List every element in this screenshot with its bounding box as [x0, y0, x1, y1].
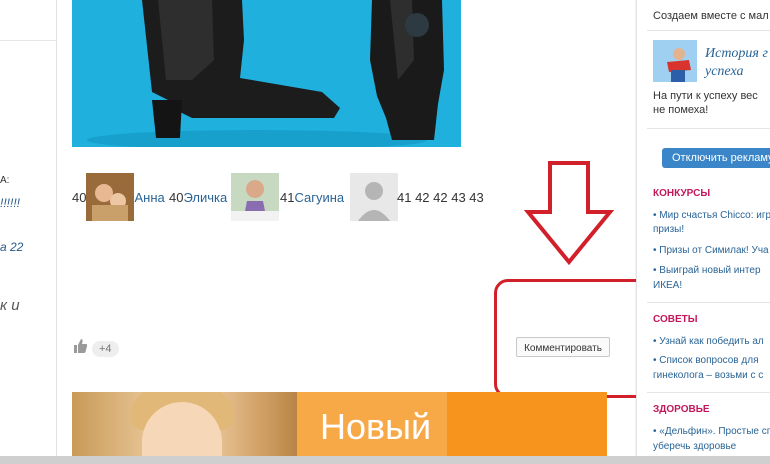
boots-photo: [72, 0, 461, 147]
default-avatar-icon[interactable]: [350, 173, 399, 221]
main-content: 40 Анна 40 Эличка 41 Сагуина 41 42 42 43…: [57, 0, 652, 464]
liker-elichka[interactable]: 40 Эличка: [169, 171, 280, 223]
health-link-1[interactable]: • «Дельфин». Простые сп: [653, 425, 770, 439]
contest-link-2[interactable]: • Призы от Симилак! Уча: [653, 244, 769, 258]
thumbs-up-icon[interactable]: [72, 338, 88, 359]
ad-banner[interactable]: Новый: [72, 392, 607, 464]
sidebar-top-text[interactable]: Создаем вместе с мал: [653, 10, 769, 22]
sidebar-divider: [647, 128, 770, 129]
contest-link-3-cont[interactable]: ИКЕА!: [653, 279, 682, 293]
tips-link-2-cont[interactable]: гинеколога – возьми с с: [653, 369, 763, 383]
story-subtitle: На пути к успеху вес не помеха!: [653, 90, 758, 116]
left-column: А: !!!!!! а 22 к и: [0, 0, 57, 464]
disable-ads-button[interactable]: Отключить рекламу: [662, 148, 770, 168]
left-fragment-1: А:: [0, 175, 10, 186]
horizontal-scrollbar[interactable]: [0, 456, 770, 464]
liker-saguina[interactable]: 41 Сагуина: [280, 171, 399, 223]
likers-list: 40 Анна 40 Эличка 41 Сагуина 41 42 42 43…: [72, 171, 592, 223]
tips-link-1[interactable]: • Узнай как победить ал: [653, 335, 764, 349]
like-count: +4: [92, 340, 119, 357]
contest-link-3[interactable]: • Выиграй новый интер: [653, 264, 761, 278]
trailing-numbers: 41 42 42 43 43: [397, 171, 484, 223]
highlight-box: [494, 279, 652, 398]
contest-link-1[interactable]: • Мир счастья Chicco: игр: [653, 209, 770, 223]
health-link-1-cont[interactable]: уберечь здоровье: [653, 440, 736, 454]
section-title-tips: СОВЕТЫ: [653, 314, 698, 325]
story-title[interactable]: История г успеха: [705, 45, 768, 81]
like-row: +4: [72, 338, 119, 359]
banner-text: Новый: [320, 406, 432, 447]
liker-anna[interactable]: 40 Анна: [72, 171, 165, 223]
sidebar-divider: [647, 392, 770, 393]
left-divider: [0, 40, 56, 41]
liker-name[interactable]: Сагуина: [294, 190, 344, 205]
section-title-contests: КОНКУРСЫ: [653, 188, 711, 199]
story-thumbnail[interactable]: [653, 40, 697, 82]
right-sidebar: Создаем вместе с мал История г успеха На…: [636, 0, 770, 464]
liker-number: 40: [72, 189, 87, 205]
tips-link-2[interactable]: • Список вопросов для: [653, 354, 758, 368]
section-title-health: ЗДОРОВЬЕ: [653, 404, 710, 415]
avatar[interactable]: [231, 173, 280, 221]
sidebar-divider: [647, 302, 770, 303]
liker-name[interactable]: Эличка: [183, 190, 227, 205]
contest-link-1-cont[interactable]: призы!: [653, 223, 684, 237]
trailing-numbers-text: 41 42 42 43 43: [397, 189, 484, 205]
left-fragment-4[interactable]: к и: [0, 297, 20, 314]
left-fragment-2[interactable]: !!!!!!: [0, 196, 20, 210]
sidebar-divider: [647, 30, 770, 31]
avatar[interactable]: [86, 173, 135, 221]
liker-name[interactable]: Анна: [134, 190, 164, 205]
liker-number: 41: [280, 189, 295, 205]
left-fragment-3[interactable]: а 22: [0, 240, 23, 254]
banner-photo: [72, 392, 297, 464]
liker-number: 40: [169, 189, 184, 205]
down-arrow-annotation: [524, 161, 614, 266]
